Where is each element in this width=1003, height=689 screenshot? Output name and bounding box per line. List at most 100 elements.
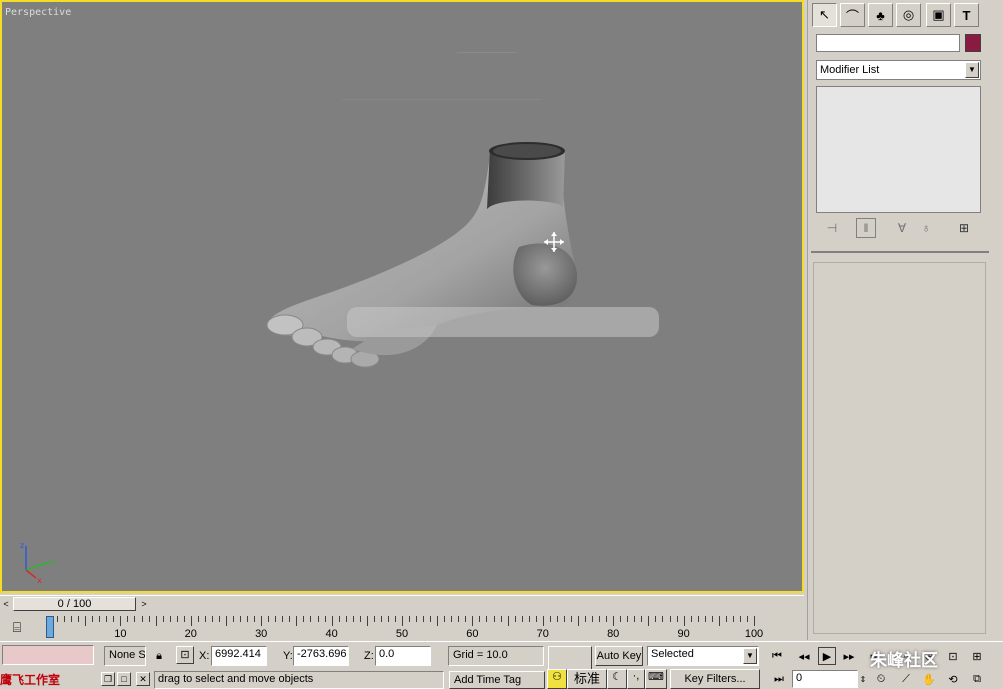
status-bar: None S 🔒︎ ⊡ X: 6992.414 Y: -2763.696 Z: … [0,641,1003,689]
frame-tick [387,616,389,622]
cursor-arrow-icon[interactable]: ↖ [812,3,837,27]
frame-spinner-icon[interactable]: ⇕ [858,670,868,688]
key-selection-value: Selected [651,648,694,660]
frame-ruler[interactable]: 0102030405060708090100 [46,613,763,641]
key-filters-button[interactable]: Key Filters... [670,669,760,689]
time-slider-thumb[interactable]: 0 / 100 [13,597,136,611]
svg-text:x: x [37,576,42,584]
object-color-swatch[interactable] [965,34,981,52]
maximize-viewport-icon[interactable]: ⧉ [968,670,986,688]
frame-tick [317,616,319,622]
make-unique-icon[interactable]: ∀ [892,218,912,238]
hammer-icon[interactable]: T [954,3,979,27]
close-icon[interactable]: ✕ [136,672,150,686]
field-of-view-icon[interactable]: ⟋ [897,670,915,688]
maximize-icon[interactable]: □ [117,672,131,686]
ime-mode-button[interactable]: 标准 [567,669,607,689]
svg-text:y: y [51,557,56,566]
frame-tick [57,616,59,622]
y-coordinate-field[interactable]: -2763.696 [293,646,349,666]
time-slider[interactable]: < 0 / 100 > [0,595,804,614]
axis-tripod-icon: z y x [20,541,56,584]
time-configuration-icon[interactable]: ⏲ [872,670,890,688]
move-cursor-icon [544,232,564,252]
frame-tick [690,616,692,622]
frame-tick [211,616,213,622]
z-coordinate-field[interactable]: 0.0 [375,646,431,666]
current-frame-field[interactable]: 0 [792,670,858,688]
viewport-grid-line [342,99,542,100]
object-name-field[interactable] [816,34,960,52]
y-label: Y: [283,650,293,662]
zoom-extents-all-icon[interactable]: ⊞ [968,647,986,665]
display-monitor-icon[interactable]: ▣ [926,3,951,27]
pan-hand-icon[interactable]: ✋ [920,670,938,688]
frame-tick [514,616,516,622]
frame-tick [556,616,558,622]
previous-frame-icon[interactable]: ◂◂ [795,647,813,665]
moon-icon[interactable]: ☾ [607,669,627,689]
frame-tick [275,616,277,622]
lock-icon[interactable]: 🔒︎ [150,647,168,665]
key-selection-dropdown[interactable]: Selected ▼ [647,646,759,666]
key-mode-toggle-icon[interactable]: ⏭ [770,670,788,688]
rollout-panel[interactable] [813,262,986,634]
foot-model[interactable] [257,137,677,377]
show-end-result-icon[interactable]: ‖ [856,218,876,238]
frame-tick [570,616,572,622]
frame-tick [204,616,206,622]
current-frame-marker[interactable] [46,616,54,638]
zoom-extents-icon[interactable]: ⊡ [944,647,962,665]
bend-arc-icon[interactable]: ⌒ [840,3,865,27]
hierarchy-icon[interactable]: ♣ [868,3,893,27]
punctuation-icon[interactable]: ·, [627,669,645,689]
play-icon[interactable]: ▶ [818,647,836,665]
arc-rotate-icon[interactable]: ⟲ [944,670,962,688]
frame-tick [627,616,629,622]
chevron-left-icon[interactable]: < [0,597,12,612]
frame-tick [218,616,220,622]
frame-tick [641,616,643,622]
pin-stack-icon[interactable]: ⊣ [822,218,842,238]
frame-tick [585,616,587,622]
viewport-label[interactable]: Perspective [5,7,71,18]
track-bar[interactable]: ⌸ 0102030405060708090100 [0,613,804,641]
modifier-list-dropdown[interactable]: Modifier List ▼ [816,60,981,80]
add-time-tag-button[interactable]: Add Time Tag [449,671,545,689]
frame-tick [634,616,636,622]
ime-logo-icon[interactable]: ⚇ [547,669,567,689]
auto-key-button[interactable]: Auto Key [595,646,643,666]
frame-tick [296,616,298,626]
chevron-right-icon[interactable]: > [138,597,150,612]
frame-tick [620,616,622,622]
frame-tick-label: 30 [255,628,268,640]
remove-modifier-icon[interactable]: ♁ [916,218,936,238]
chevron-down-icon[interactable]: ▼ [743,648,757,664]
frame-tick [416,616,418,622]
frame-tick [599,616,601,622]
frame-tick [345,616,347,622]
motion-wheel-icon[interactable]: ◎ [896,3,921,27]
frame-tick [240,616,242,622]
frame-tick [472,616,474,626]
chevron-down-icon[interactable]: ▼ [965,62,979,78]
selection-count: None S [104,646,146,666]
x-coordinate-field[interactable]: 6992.414 [211,646,267,666]
frame-tick [732,616,734,622]
frame-tick [465,616,467,622]
frame-tick [366,616,368,626]
keyboard-icon[interactable]: ⌨ [645,669,667,689]
restore-icon[interactable]: ❐ [101,672,115,686]
perspective-viewport[interactable]: Perspective z y x [0,0,804,593]
configure-modifier-sets-icon[interactable]: ⊞ [954,218,974,238]
next-frame-icon[interactable]: ▸▸ [840,647,858,665]
frame-tick [162,616,164,622]
frame-tick [746,616,748,622]
modifier-list-label: Modifier List [820,64,880,76]
go-to-start-icon[interactable]: ⏮ [768,647,786,665]
maxscript-listener-field[interactable] [2,645,94,665]
absolute-mode-icon[interactable]: ⊡ [176,646,194,664]
modifier-stack[interactable] [816,86,981,213]
frame-tick [402,616,403,626]
curve-editor-icon[interactable]: ⌸ [4,617,30,637]
